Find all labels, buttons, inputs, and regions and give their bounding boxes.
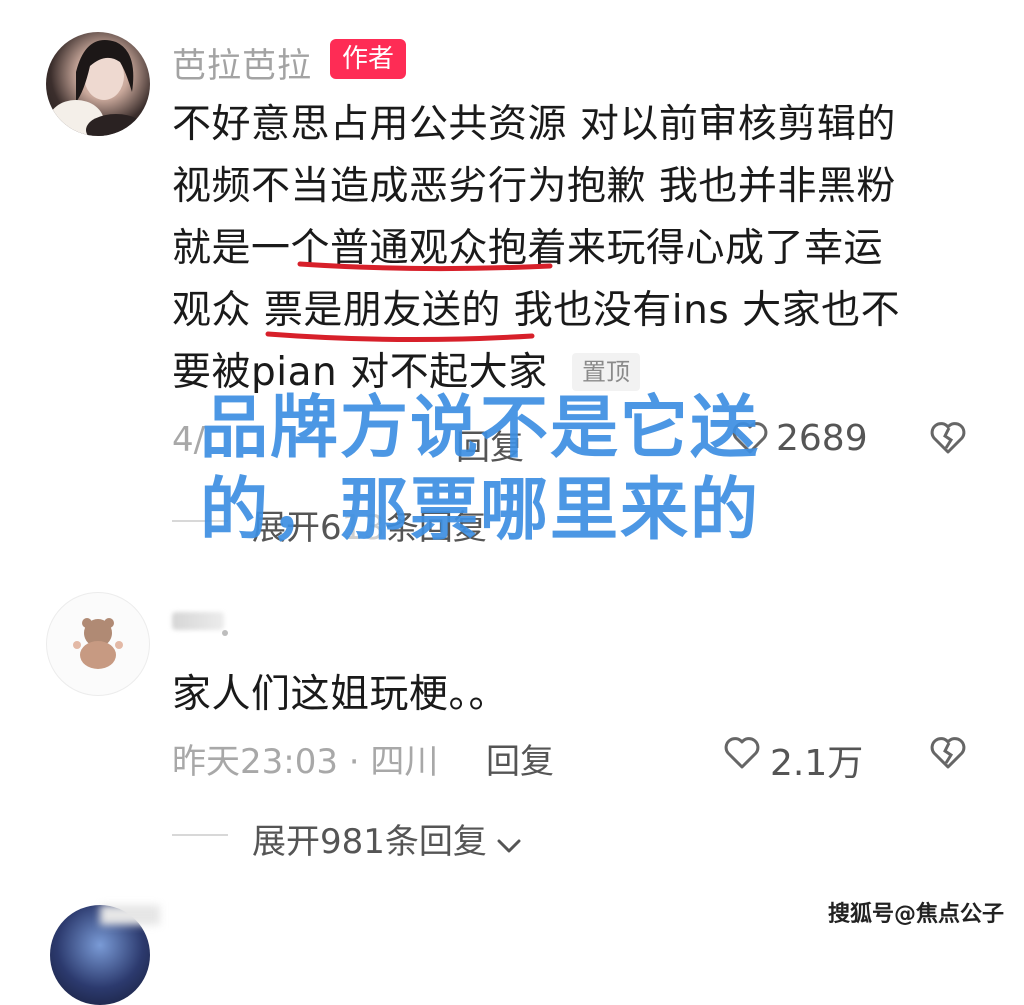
comment-line: 观众 票是朋友送的 我也没有ins 大家也不 bbox=[172, 288, 901, 333]
author-avatar[interactable] bbox=[46, 32, 150, 136]
author-username[interactable]: 芭拉芭拉 bbox=[172, 38, 312, 87]
blurred-username-dot bbox=[222, 630, 228, 636]
comment-line: 不好意思占用公共资源 对以前审核剪辑的 bbox=[172, 102, 896, 147]
comment-line: 就是一个普通观众抱着来玩得心成了幸运 bbox=[172, 226, 884, 271]
overlay-line: 的，那票哪里来的 bbox=[200, 471, 761, 550]
comment-body: 家人们这姐玩梗。。 bbox=[172, 672, 509, 717]
overlay-line: 品牌方说不是它送 bbox=[200, 389, 761, 468]
expand-label: 展开981条回复 bbox=[252, 822, 487, 862]
avatar-portrait bbox=[48, 40, 146, 136]
reply-button[interactable]: 回复 bbox=[486, 734, 554, 783]
like-count: 2.1万 bbox=[770, 743, 864, 784]
dislike-heart-icon[interactable] bbox=[928, 418, 968, 462]
watermark: 搜狐号@焦点公子 bbox=[827, 902, 1004, 927]
dislike-heart-icon[interactable] bbox=[928, 733, 968, 777]
heart-icon[interactable] bbox=[722, 733, 762, 777]
blurred-username[interactable] bbox=[172, 612, 224, 630]
chevron-down-icon bbox=[495, 826, 523, 866]
comment-meta: 昨天23:03 · 四川 bbox=[172, 742, 439, 782]
expand-divider bbox=[172, 834, 228, 836]
comment-line: 视频不当造成恶劣行为抱歉 我也并非黑粉 bbox=[172, 164, 896, 209]
expand-replies-button[interactable]: 展开981条回复 bbox=[252, 814, 521, 863]
author-badge: 作者 bbox=[330, 39, 407, 79]
overlay-annotation: 品牌方说不是它送 的，那票哪里来的 bbox=[200, 388, 800, 552]
blurred-username bbox=[100, 905, 160, 925]
avatar-teddy bbox=[73, 618, 123, 669]
user-avatar[interactable] bbox=[46, 592, 150, 696]
pinned-badge: 置顶 bbox=[572, 353, 640, 391]
comment-body: 不好意思占用公共资源 对以前审核剪辑的 视频不当造成恶劣行为抱歉 我也并非黑粉 就是… bbox=[172, 94, 900, 404]
